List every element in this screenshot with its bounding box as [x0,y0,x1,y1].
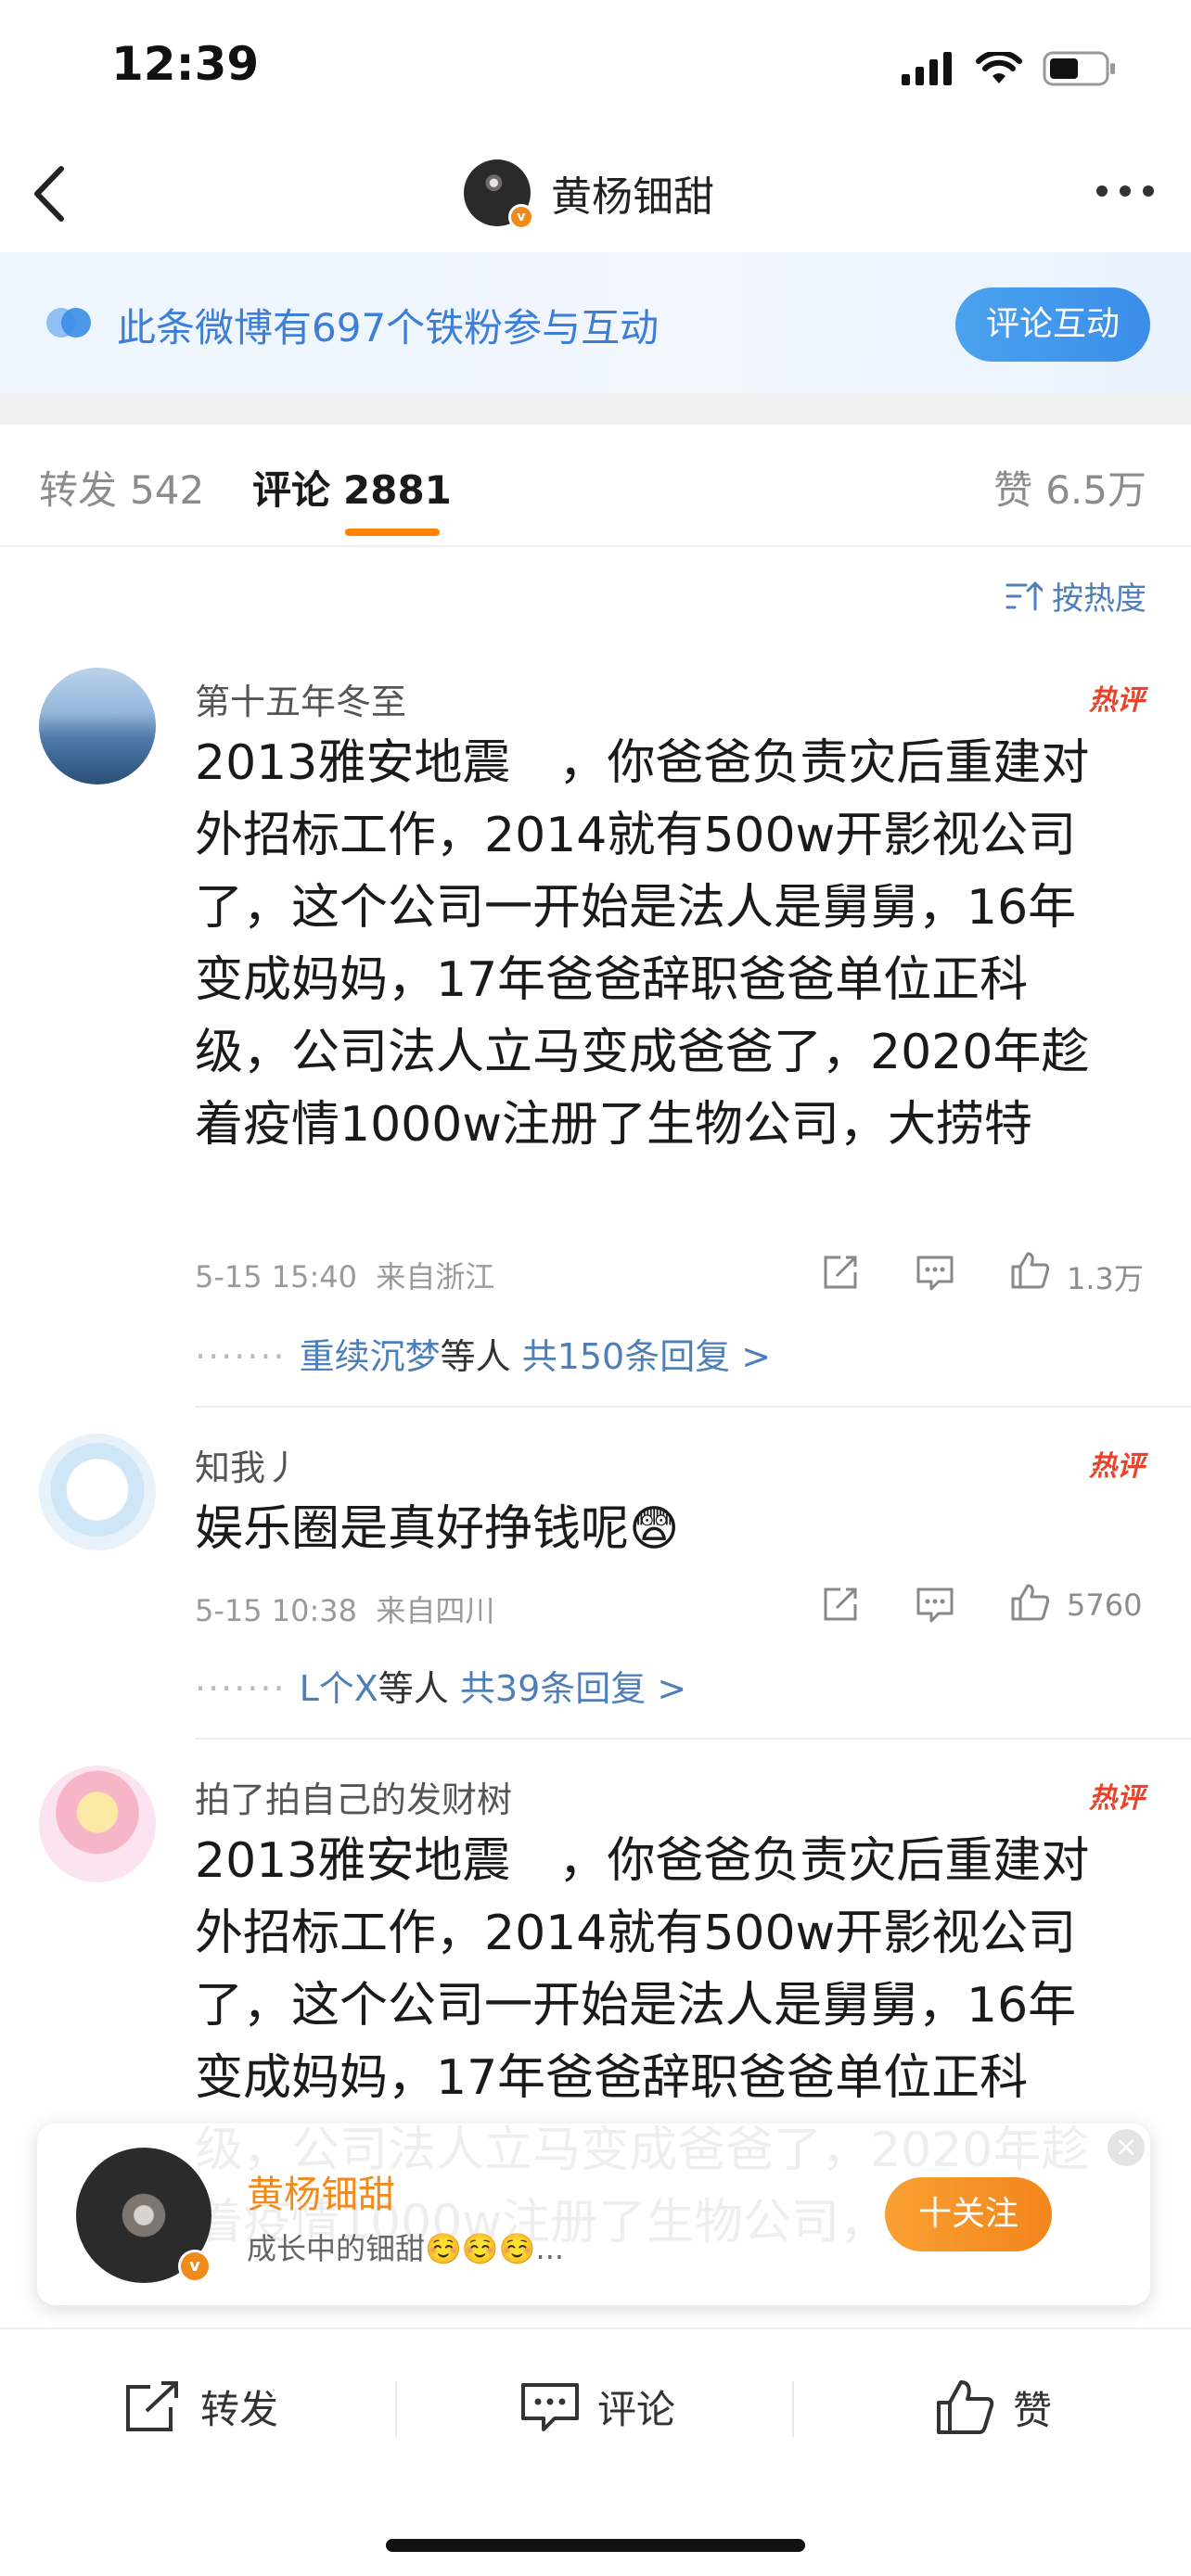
comment-username[interactable]: 知我丿 [195,1439,301,1490]
tab-repost[interactable]: 转发 542 [39,459,204,516]
comment-time: 5-15 10:38 [195,1593,358,1628]
comment-time: 5-15 15:40 [195,1259,358,1294]
tab-like-count: 6.5万 [1045,467,1146,513]
reply-icon[interactable] [915,1584,955,1625]
like-button[interactable]: 赞 [935,2378,1052,2436]
tab-repost-count: 542 [130,467,205,513]
nav-title[interactable]: v 黄杨钿甜 [464,156,714,230]
divider [395,2381,397,2437]
fans-icon [46,308,91,338]
follow-card-name[interactable]: 黄杨钿甜 [247,2164,395,2218]
comment-text: 2013雅安地震 ，你爸爸负责灾后重建对外招标工作，2014就有500w开影视公… [195,735,1090,1153]
like-count: 1.3万 [1067,1261,1144,1296]
comment-interaction-button[interactable]: 评论互动 [955,287,1150,362]
like-icon[interactable] [1009,1250,1050,1291]
page-title: 黄杨钿甜 [551,173,714,221]
battery-icon [1043,51,1115,86]
reply-summary[interactable]: ······· L个X等人 共39条回复 > [195,1660,686,1711]
follow-card-subtitle: 成长中的钿甜☺️☺️☺️... [247,2231,565,2266]
follow-card-avatar[interactable]: v [76,2148,211,2283]
reply-summary[interactable]: ······· 重续沉梦等人 共150条回复 > [195,1328,771,1379]
tab-comment-label: 评论 [252,467,331,513]
reply-suffix: 等人 [378,1668,449,1709]
more-options-icon[interactable] [1096,185,1154,197]
user-avatar[interactable] [39,1434,156,1550]
thumbs-up-icon [937,2380,994,2434]
sort-icon [1005,580,1043,610]
banner-text: 此条微博有697个铁粉参与互动 [117,305,660,351]
status-time: 12:39 [111,37,260,91]
home-indicator [386,2539,805,2552]
comment-divider [195,1738,1191,1740]
close-icon[interactable]: × [1108,2129,1145,2166]
dots-icon: ······· [195,1668,287,1709]
comment-label: 评论 [597,2387,676,2432]
tab-like[interactable]: 赞 6.5万 [993,459,1146,516]
reply-count: 共150条回复 > [521,1336,772,1377]
dots-icon: ······· [195,1336,287,1377]
verified-badge-icon: v [508,204,534,230]
reply-users: 重续沉梦 [299,1336,441,1377]
sort-label: 按热度 [1052,580,1146,618]
tab-comment-count: 2881 [343,467,452,513]
repost-label: 转发 [200,2387,279,2432]
reply-count: 共39条回复 > [459,1668,687,1709]
sort-by-hot[interactable]: 按热度 [1005,573,1146,618]
tab-like-label: 赞 [993,467,1033,513]
back-arrow-icon[interactable] [26,161,78,226]
comment-location: 来自四川 [376,1593,495,1628]
tab-comment[interactable]: 评论 2881 [252,459,452,516]
like-icon[interactable] [1009,1582,1050,1623]
like-count: 5760 [1067,1588,1143,1623]
active-tab-indicator [345,529,440,536]
comment-divider [195,1406,1191,1408]
status-icons [902,45,1117,93]
hot-comment-badge: 热评 [1089,1450,1145,1483]
user-avatar[interactable] [39,1766,156,1882]
header-avatar: v [464,159,534,230]
repost-icon [126,2380,178,2431]
follow-button[interactable]: 十关注 [885,2177,1052,2251]
comment-location: 来自浙江 [376,1259,495,1294]
reply-suffix: 等人 [440,1336,511,1377]
comment-username[interactable]: 第十五年冬至 [195,673,406,724]
signal-icon [902,52,952,85]
wifi-icon [976,52,1022,83]
comment-button[interactable]: 评论 [519,2378,675,2435]
divider [792,2381,794,2437]
hot-comment-badge: 热评 [1089,1782,1145,1815]
verified-badge-icon: v [178,2250,211,2283]
like-label: 赞 [1013,2387,1053,2433]
reply-users: L个X [299,1668,378,1709]
comment-meta: 5-15 10:38 来自四川 [195,1588,494,1630]
tab-repost-label: 转发 [39,467,118,513]
comment-icon [521,2382,579,2431]
share-icon[interactable] [820,1252,861,1293]
hot-comment-badge: 热评 [1089,684,1145,717]
reply-icon[interactable] [915,1252,955,1293]
section-divider [0,393,1191,425]
comment-meta: 5-15 15:40 来自浙江 [195,1254,494,1296]
repost-button[interactable]: 转发 [122,2378,278,2435]
share-icon[interactable] [820,1584,861,1625]
comment-text: 娱乐圈是真好挣钱呢😨 [195,1501,680,1557]
comment-username[interactable]: 拍了拍自己的发财树 [195,1771,512,1822]
user-avatar[interactable] [39,668,156,784]
